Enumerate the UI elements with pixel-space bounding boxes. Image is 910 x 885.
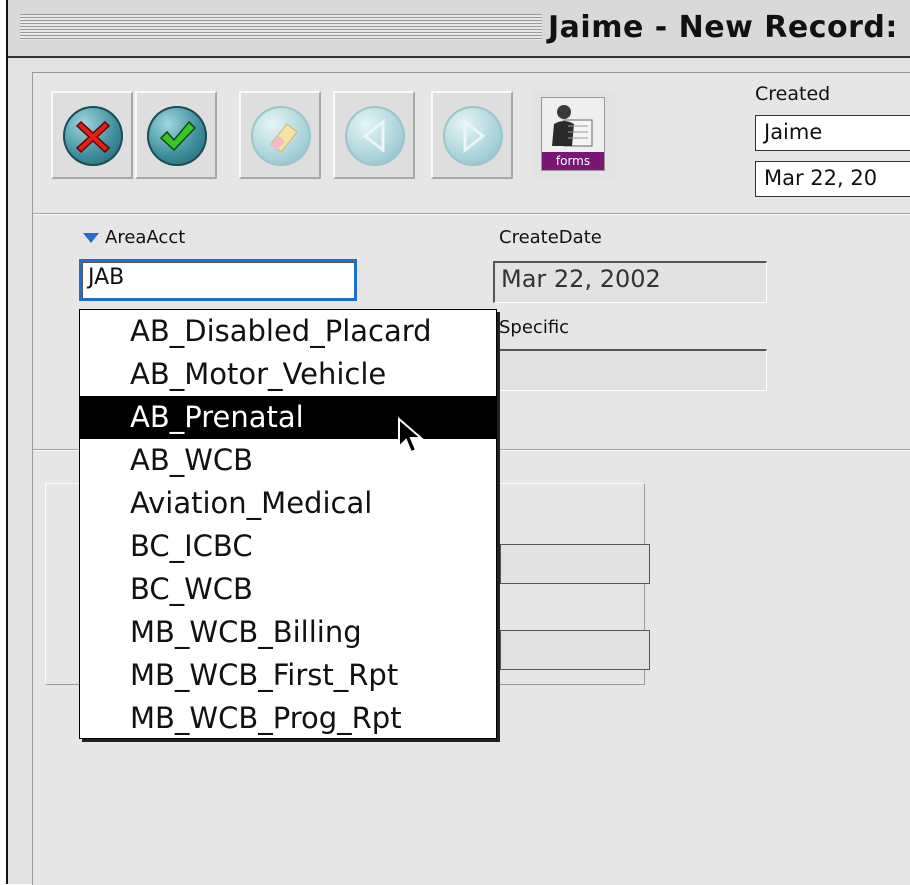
eraser-icon — [251, 106, 311, 166]
cancel-icon — [63, 106, 123, 166]
dropdown-option[interactable]: MB_WCB_Prog_Rpt — [80, 697, 496, 740]
ok-button[interactable] — [135, 91, 217, 179]
window-title: Jaime - New Record: 1 — [548, 10, 910, 45]
dropdown-option[interactable]: AB_Disabled_Placard — [80, 310, 496, 353]
create-date-field[interactable]: Mar 22, 2002 — [493, 261, 767, 303]
previous-record-button[interactable] — [333, 91, 415, 179]
area-acct-input[interactable]: JAB — [79, 259, 357, 301]
left-arrow-icon — [345, 106, 405, 166]
title-bar-stripes[interactable] — [20, 14, 542, 40]
inner-field-1[interactable] — [500, 544, 650, 584]
dropdown-option-selected[interactable]: AB_Prenatal — [80, 396, 496, 439]
checkmark-icon — [147, 106, 207, 166]
forms-icon: forms — [541, 97, 605, 171]
specific-label: Specific — [499, 317, 570, 338]
sort-triangle-icon[interactable] — [83, 233, 99, 243]
erase-button[interactable] — [239, 91, 321, 179]
cancel-button[interactable] — [51, 91, 133, 179]
area-acct-label: AreaAcct — [105, 227, 186, 248]
window-frame: Jaime - New Record: 1 forms Created Jaim… — [6, 0, 910, 885]
area-acct-dropdown[interactable]: AB_Disabled_Placard AB_Motor_Vehicle AB_… — [79, 309, 497, 739]
dropdown-option[interactable]: AB_WCB — [80, 439, 496, 482]
inner-field-2[interactable] — [500, 630, 650, 670]
forms-label: forms — [542, 152, 604, 170]
toolbar-divider-highlight — [33, 214, 910, 215]
next-record-button[interactable] — [431, 91, 513, 179]
mouse-cursor-icon — [398, 417, 424, 454]
dropdown-option[interactable]: BC_WCB — [80, 568, 496, 611]
created-date-field: Mar 22, 20 — [755, 161, 910, 197]
created-label: Created — [755, 83, 831, 105]
dropdown-option[interactable]: Aviation_Medical — [80, 482, 496, 525]
dropdown-option[interactable]: MB_WCB_Billing — [80, 611, 496, 654]
record-content: forms Created Jaime Mar 22, 20 AreaAcct … — [32, 72, 910, 885]
specific-field[interactable] — [493, 349, 767, 391]
create-date-label: CreateDate — [499, 227, 602, 248]
title-bar[interactable]: Jaime - New Record: 1 — [8, 0, 910, 58]
dropdown-option[interactable]: AB_Motor_Vehicle — [80, 353, 496, 396]
dropdown-option[interactable]: BC_ICBC — [80, 525, 496, 568]
forms-button[interactable]: forms — [533, 91, 615, 179]
right-arrow-icon — [443, 106, 503, 166]
created-by-field: Jaime — [755, 115, 910, 151]
dropdown-option[interactable]: MB_WCB_First_Rpt — [80, 654, 496, 697]
